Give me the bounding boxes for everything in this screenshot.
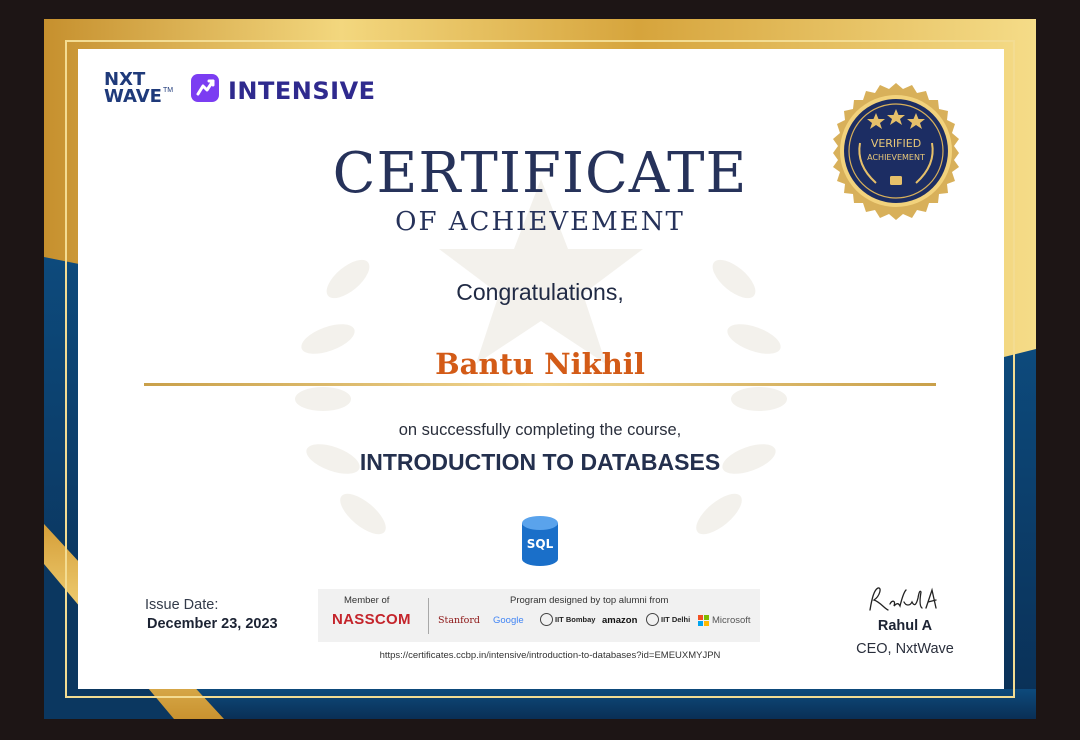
intensive-logo-text: INTENSIVE — [228, 77, 376, 105]
partner-google: Google — [493, 615, 524, 626]
issue-date-label: Issue Date: — [145, 597, 219, 613]
signatory-title: CEO, NxtWave — [856, 641, 954, 657]
signature-image — [869, 587, 937, 611]
course-title: INTRODUCTION TO DATABASES — [359, 449, 721, 475]
nasscom-logo: NASSCOM — [332, 611, 411, 628]
partner-microsoft: Microsoft — [712, 615, 751, 626]
designed-by-label: Program designed by top alumni from — [510, 595, 669, 606]
partner-iit-bombay: IIT Bombay — [555, 615, 596, 624]
affiliations-box: Member of NASSCOM Program designed by to… — [318, 589, 760, 642]
recipient-name: Bantu Nikhil — [435, 347, 645, 381]
affiliations-divider — [428, 598, 429, 634]
nxtwave-logo: NXT WAVE — [104, 69, 162, 107]
partner-amazon: amazon — [602, 615, 638, 626]
sql-icon-label: SQL — [527, 537, 554, 551]
certificate-subtitle: OF ACHIEVEMENT — [395, 207, 685, 237]
sql-database-icon: SQL — [522, 516, 558, 566]
name-underline — [144, 383, 936, 386]
partner-stanford: Stanford — [438, 615, 480, 626]
greeting-text: Congratulations, — [456, 279, 624, 305]
completion-text: on successfully completing the course, — [398, 421, 682, 439]
member-of-label: Member of — [344, 595, 390, 606]
microsoft-logo-icon — [698, 615, 709, 626]
partner-iit-delhi: IIT Delhi — [661, 615, 691, 624]
iit-delhi-emblem-icon — [646, 613, 659, 626]
certificate: NXT WAVE TM INTENSIVE VERIFIED ACHIEVEME… — [44, 19, 1036, 719]
trademark-mark: TM — [163, 87, 174, 94]
certificate-title: CERTIFICATE — [332, 141, 748, 206]
signatory-name: Rahul A — [877, 618, 933, 634]
intensive-logo-icon — [191, 74, 219, 102]
iit-bombay-emblem-icon — [540, 613, 553, 626]
issue-date: December 23, 2023 — [147, 616, 278, 632]
